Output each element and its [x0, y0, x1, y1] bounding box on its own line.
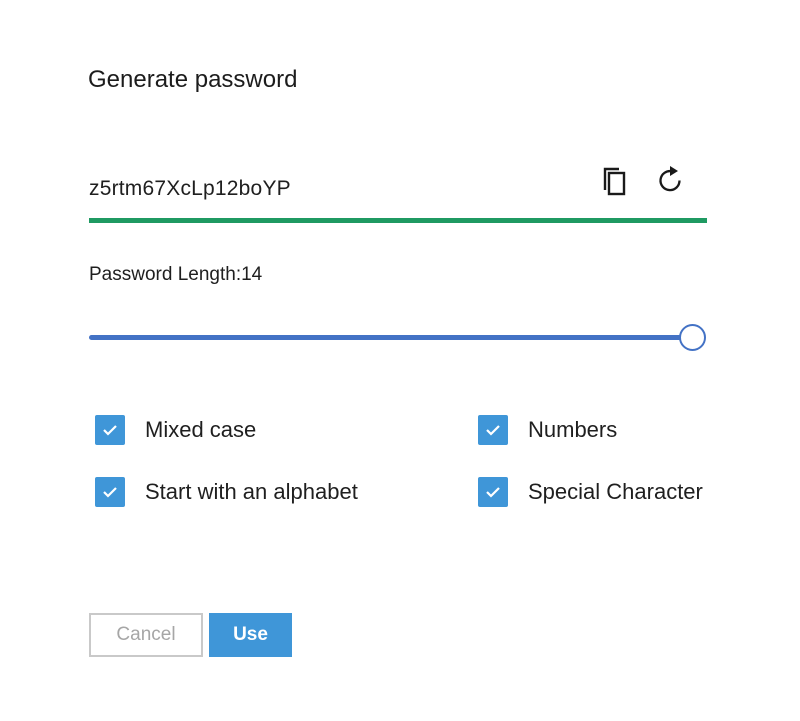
refresh-button[interactable]: [653, 163, 689, 199]
option-mixed-case[interactable]: Mixed case: [95, 413, 256, 447]
option-start-with-alphabet[interactable]: Start with an alphabet: [95, 475, 358, 509]
start-alphabet-label: Start with an alphabet: [145, 479, 358, 504]
numbers-checkbox[interactable]: [478, 415, 508, 445]
checkmark-icon: [486, 487, 500, 498]
special-character-checkbox[interactable]: [478, 477, 508, 507]
numbers-label: Numbers: [528, 417, 618, 442]
password-length-slider[interactable]: [89, 323, 709, 353]
checkmark-icon: [103, 425, 117, 436]
password-strength-bar: [89, 218, 707, 223]
checkmark-icon: [486, 425, 500, 436]
start-alphabet-checkbox[interactable]: [95, 477, 125, 507]
option-numbers[interactable]: Numbers: [478, 413, 617, 447]
checkmark-icon: [103, 487, 117, 498]
option-special-character[interactable]: Special Character: [478, 475, 703, 509]
special-character-label: Special Character: [528, 479, 703, 504]
password-field: z5rtm67XcLp12boYP: [89, 160, 707, 226]
copy-button[interactable]: [597, 164, 633, 200]
refresh-icon: [659, 166, 681, 192]
dialog-title: Generate password: [88, 66, 298, 93]
slider-thumb[interactable]: [679, 324, 706, 351]
generate-password-dialog: Generate password z5rtm67XcLp12boYP Pass…: [0, 0, 800, 721]
password-length-label: Password Length:14: [89, 264, 263, 285]
cancel-button[interactable]: Cancel: [89, 613, 203, 657]
generated-password-value[interactable]: z5rtm67XcLp12boYP: [89, 174, 291, 204]
copy-icon: [603, 167, 626, 196]
mixed-case-checkbox[interactable]: [95, 415, 125, 445]
slider-track[interactable]: [89, 335, 693, 340]
use-button[interactable]: Use: [209, 613, 292, 657]
mixed-case-label: Mixed case: [145, 417, 257, 442]
